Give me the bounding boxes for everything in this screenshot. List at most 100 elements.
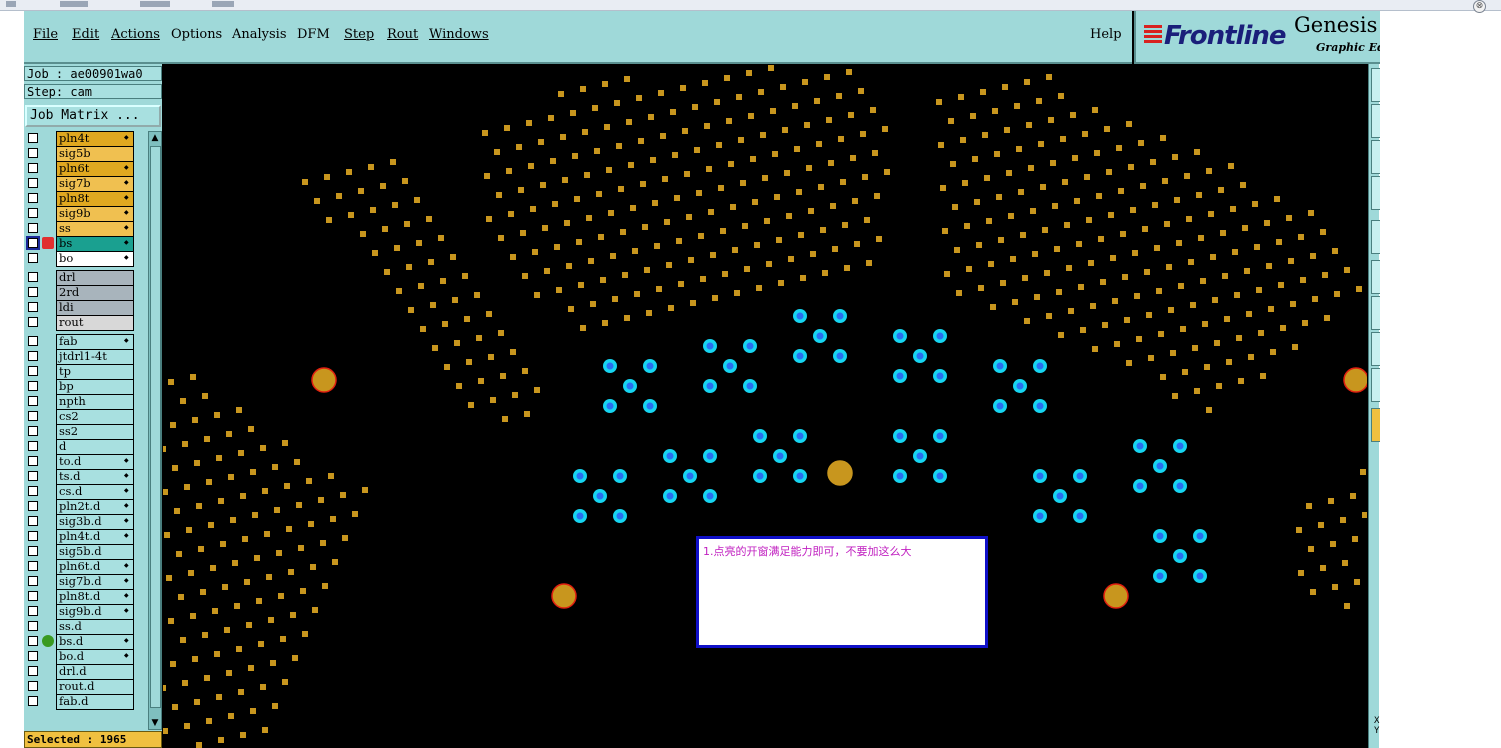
smd-pad[interactable]	[1218, 187, 1224, 193]
smd-pad[interactable]	[1038, 141, 1044, 147]
smd-pad[interactable]	[510, 254, 516, 260]
smd-pad[interactable]	[490, 397, 496, 403]
smd-pad[interactable]	[1292, 344, 1298, 350]
smd-pad[interactable]	[950, 161, 956, 167]
smd-pad[interactable]	[190, 613, 196, 619]
smd-pad[interactable]	[948, 118, 954, 124]
smd-pad[interactable]	[1140, 183, 1146, 189]
smd-pad[interactable]	[346, 169, 352, 175]
smd-pad[interactable]	[202, 632, 208, 638]
smd-pad[interactable]	[358, 188, 364, 194]
smd-pad[interactable]	[1106, 169, 1112, 175]
smd-pad[interactable]	[758, 89, 764, 95]
smd-pad[interactable]	[736, 94, 742, 100]
smd-pad[interactable]	[454, 340, 460, 346]
toolbar-button[interactable]	[1371, 176, 1380, 210]
layer-name[interactable]: pln4t	[56, 131, 134, 147]
smd-pad[interactable]	[194, 699, 200, 705]
smd-pad[interactable]	[1032, 251, 1038, 257]
smd-pad[interactable]	[984, 175, 990, 181]
smd-pad[interactable]	[340, 492, 346, 498]
smd-pad[interactable]	[622, 272, 628, 278]
smd-pad[interactable]	[1310, 253, 1316, 259]
toolbar-button[interactable]	[1371, 260, 1380, 294]
smd-pad[interactable]	[1084, 174, 1090, 180]
layer-checkbox[interactable]	[28, 651, 38, 661]
layer-name[interactable]: sig9b	[56, 206, 134, 222]
smd-pad[interactable]	[572, 153, 578, 159]
smd-pad[interactable]	[414, 197, 420, 203]
smd-pad[interactable]	[1302, 320, 1308, 326]
layer-name[interactable]: 2rd	[56, 285, 134, 301]
toolbar-button[interactable]	[1371, 408, 1380, 442]
smd-pad[interactable]	[1206, 407, 1212, 413]
layer-checkbox[interactable]	[28, 696, 38, 706]
smd-pad[interactable]	[228, 474, 234, 480]
smd-pad[interactable]	[1236, 335, 1242, 341]
smd-pad[interactable]	[1092, 107, 1098, 113]
layer-row[interactable]: pln8t ◆	[24, 191, 148, 207]
smd-pad[interactable]	[1258, 330, 1264, 336]
smd-pad[interactable]	[1240, 182, 1246, 188]
smd-pad[interactable]	[590, 301, 596, 307]
smd-pad[interactable]	[236, 407, 242, 413]
smd-pad[interactable]	[524, 411, 530, 417]
smd-pad[interactable]	[450, 254, 456, 260]
smd-pad[interactable]	[770, 108, 776, 114]
smd-pad[interactable]	[690, 300, 696, 306]
smd-pad[interactable]	[1138, 140, 1144, 146]
smd-pad[interactable]	[814, 98, 820, 104]
smd-pad[interactable]	[624, 315, 630, 321]
smd-pad[interactable]	[1102, 322, 1108, 328]
smd-pad[interactable]	[1298, 234, 1304, 240]
smd-pad[interactable]	[1308, 546, 1314, 552]
smd-pad[interactable]	[486, 216, 492, 222]
layer-row[interactable]: 2rd	[24, 285, 148, 301]
layer-checkbox[interactable]	[28, 336, 38, 346]
layer-checkbox[interactable]	[28, 351, 38, 361]
smd-pad[interactable]	[854, 241, 860, 247]
smd-pad[interactable]	[1266, 263, 1272, 269]
layer-name[interactable]: bo	[56, 251, 134, 267]
smd-pad[interactable]	[1008, 213, 1014, 219]
smd-pad[interactable]	[482, 130, 488, 136]
smd-pad[interactable]	[600, 277, 606, 283]
smd-pad[interactable]	[560, 134, 566, 140]
smd-pad[interactable]	[1280, 325, 1286, 331]
menu-edit[interactable]: Edit	[72, 27, 99, 42]
smd-pad[interactable]	[1012, 299, 1018, 305]
smd-pad[interactable]	[1086, 217, 1092, 223]
layer-row[interactable]: ss ◆	[24, 221, 148, 237]
smd-pad[interactable]	[1204, 364, 1210, 370]
smd-pad[interactable]	[1172, 154, 1178, 160]
smd-pad[interactable]	[778, 280, 784, 286]
smd-pad[interactable]	[850, 155, 856, 161]
smd-pad[interactable]	[1060, 136, 1066, 142]
layer-name[interactable]: bs	[56, 236, 134, 252]
smd-pad[interactable]	[746, 70, 752, 76]
smd-pad[interactable]	[974, 199, 980, 205]
layer-checkbox[interactable]	[28, 666, 38, 676]
layer-checkbox[interactable]	[28, 486, 38, 496]
layer-name[interactable]: sig9b.d	[56, 604, 134, 620]
smd-pad[interactable]	[684, 171, 690, 177]
menu-step[interactable]: Step	[344, 27, 374, 42]
layer-checkbox[interactable]	[28, 606, 38, 616]
smd-pad[interactable]	[510, 349, 516, 355]
smd-pad[interactable]	[336, 193, 342, 199]
smd-pad[interactable]	[1312, 296, 1318, 302]
smd-pad[interactable]	[586, 215, 592, 221]
smd-pad[interactable]	[220, 541, 226, 547]
smd-pad[interactable]	[272, 464, 278, 470]
layer-row[interactable]: ss2	[24, 424, 148, 440]
smd-pad[interactable]	[262, 727, 268, 733]
smd-pad[interactable]	[1062, 179, 1068, 185]
layer-name[interactable]: ss.d	[56, 619, 134, 635]
layer-checkbox[interactable]	[28, 381, 38, 391]
smd-pad[interactable]	[1104, 126, 1110, 132]
smd-pad[interactable]	[218, 498, 224, 504]
smd-pad[interactable]	[532, 249, 538, 255]
smd-pad[interactable]	[268, 617, 274, 623]
smd-pad[interactable]	[518, 187, 524, 193]
smd-pad[interactable]	[214, 412, 220, 418]
